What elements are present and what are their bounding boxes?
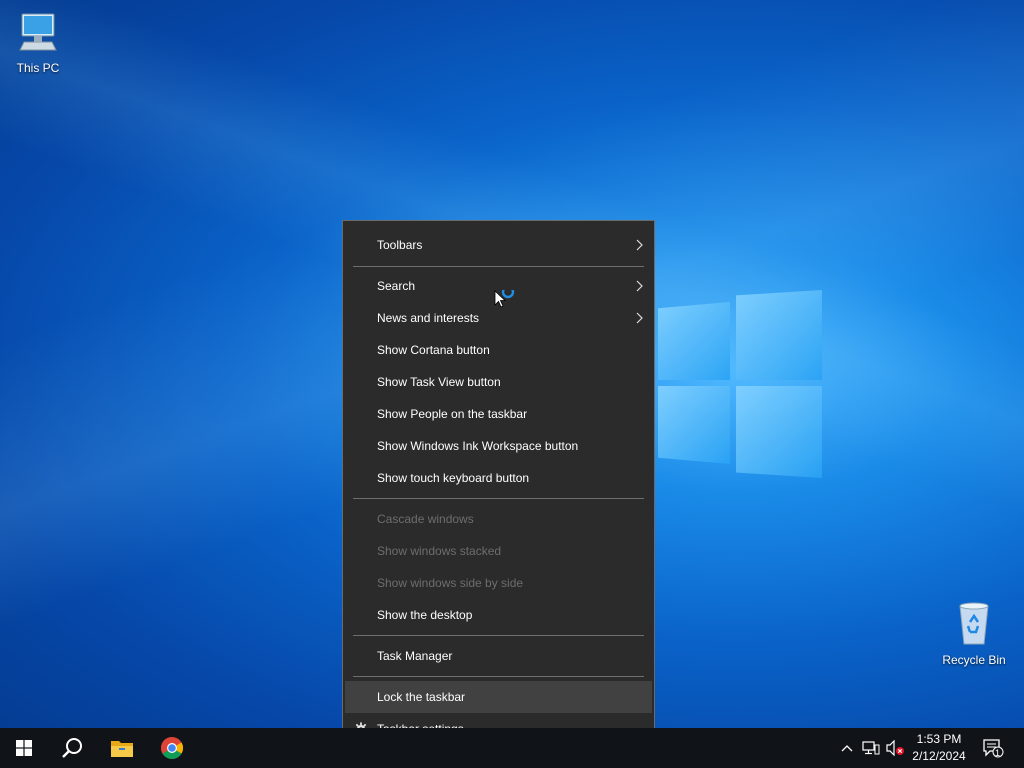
clock-time: 1:53 PM — [916, 732, 962, 746]
taskbar: 1:53 PM 2/12/2024 1 — [0, 728, 1024, 768]
chevron-right-icon — [636, 312, 643, 324]
menu-item-label: Cascade windows — [377, 512, 474, 526]
search-icon — [62, 738, 82, 758]
desktop-icon-label: Recycle Bin — [942, 653, 1006, 667]
menu-item-cascade-windows: Cascade windows — [343, 503, 654, 535]
menu-separator — [353, 266, 644, 267]
menu-item-label: Show Task View button — [377, 375, 501, 389]
menu-item-lock-the-taskbar[interactable]: Lock the taskbar — [345, 681, 652, 713]
menu-item-show-the-desktop[interactable]: Show the desktop — [343, 599, 654, 631]
menu-item-label: Show the desktop — [377, 608, 473, 622]
menu-item-show-windows-side-by-side: Show windows side by side — [343, 567, 654, 599]
menu-separator — [353, 676, 644, 677]
taskbar-search-button[interactable] — [48, 728, 96, 768]
taskbar-clock[interactable]: 1:53 PM 2/12/2024 — [906, 731, 972, 765]
file-explorer-icon — [111, 741, 133, 757]
desktop-icon-recycle-bin[interactable]: Recycle Bin — [936, 600, 1012, 667]
menu-item-label: Lock the taskbar — [377, 690, 466, 704]
start-button[interactable] — [0, 728, 48, 768]
network-icon — [862, 741, 880, 755]
menu-item-show-windows-ink[interactable]: Show Windows Ink Workspace button — [343, 430, 654, 462]
chevron-up-icon — [841, 745, 853, 752]
recycle-bin-icon — [959, 602, 989, 645]
menu-item-show-cortana-button[interactable]: Show Cortana button — [343, 334, 654, 366]
computer-icon — [19, 13, 57, 51]
taskbar-chrome-button[interactable] — [148, 728, 196, 768]
menu-item-label: News and interests — [377, 311, 480, 325]
menu-item-label: Show People on the taskbar — [377, 407, 528, 421]
notification-count-badge: 1 — [995, 748, 1001, 758]
menu-item-label: Show Windows Ink Workspace button — [377, 439, 579, 453]
menu-item-label: Show touch keyboard button — [377, 471, 530, 485]
chrome-icon — [161, 737, 183, 759]
clock-date: 2/12/2024 — [912, 749, 966, 763]
menu-separator — [353, 498, 644, 499]
menu-item-label: Toolbars — [377, 238, 423, 252]
menu-item-label: Show Cortana button — [377, 343, 490, 357]
windows-wallpaper-logo — [640, 290, 825, 480]
menu-item-toolbars[interactable]: Toolbars — [343, 229, 654, 261]
desktop-icon-this-pc[interactable]: This PC — [0, 8, 76, 75]
network-tray-button[interactable] — [860, 728, 882, 768]
action-center-button[interactable]: 1 — [978, 728, 1008, 768]
menu-item-show-people[interactable]: Show People on the taskbar — [343, 398, 654, 430]
taskbar-file-explorer-button[interactable] — [98, 728, 146, 768]
chevron-right-icon — [636, 280, 643, 292]
menu-item-label: Task Manager — [377, 649, 453, 663]
notification-icon — [983, 739, 1004, 758]
chevron-right-icon — [636, 239, 643, 251]
windows-start-icon — [16, 740, 32, 756]
menu-item-show-touch-keyboard[interactable]: Show touch keyboard button — [343, 462, 654, 494]
menu-separator — [353, 635, 644, 636]
volume-tray-button[interactable] — [884, 728, 906, 768]
show-hidden-icons-button[interactable] — [838, 728, 856, 768]
menu-item-label: Show windows stacked — [377, 544, 502, 558]
menu-item-task-manager[interactable]: Task Manager — [343, 640, 654, 672]
menu-item-label: Search — [377, 279, 416, 293]
mouse-cursor-busy-icon — [494, 290, 515, 308]
menu-item-show-windows-stacked: Show windows stacked — [343, 535, 654, 567]
menu-item-show-task-view-button[interactable]: Show Task View button — [343, 366, 654, 398]
volume-muted-icon — [886, 740, 904, 756]
menu-item-label: Show windows side by side — [377, 576, 524, 590]
desktop-icon-label: This PC — [16, 61, 60, 75]
